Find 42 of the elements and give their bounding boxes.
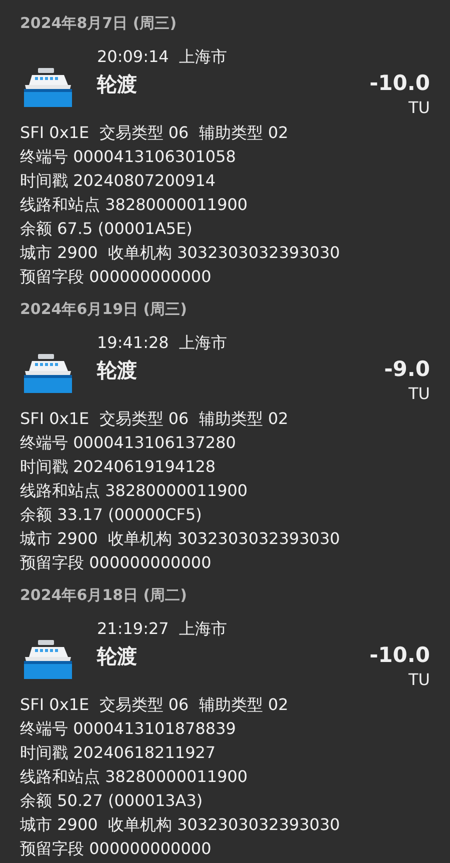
detail-line: 终端号 0000413101878839: [20, 718, 236, 740]
date-heading: 2024年8月7日 (周三): [20, 12, 177, 34]
detail-line: 线路和站点 38280000011900: [20, 766, 248, 788]
transaction-time: 19:41:28: [97, 332, 169, 354]
ship-icon: [24, 67, 72, 107]
detail-line: 时间戳 20240807200914: [20, 170, 216, 192]
ship-icon: [24, 353, 72, 393]
detail-line: SFI 0x1E 交易类型 06 辅助类型 02: [20, 408, 288, 430]
detail-line: 城市 2900 收单机构 3032303032393030: [20, 528, 340, 550]
detail-line: SFI 0x1E 交易类型 06 辅助类型 02: [20, 122, 288, 144]
date-heading: 2024年6月18日 (周二): [20, 584, 187, 606]
detail-line: 余额 50.27 (000013A3): [20, 790, 203, 812]
city-name: 上海市: [178, 618, 227, 640]
detail-line: 城市 2900 收单机构 3032303032393030: [20, 814, 340, 836]
detail-line: 线路和站点 38280000011900: [20, 480, 248, 502]
detail-line: 线路和站点 38280000011900: [20, 194, 248, 216]
detail-line: 预留字段 000000000000: [20, 552, 212, 574]
detail-line: 预留字段 000000000000: [20, 838, 212, 860]
transaction-title: 轮渡: [97, 643, 137, 670]
detail-line: 余额 67.5 (00001A5E): [20, 218, 192, 240]
currency-unit: TU: [408, 383, 430, 405]
transaction-title: 轮渡: [97, 357, 137, 384]
date-heading: 2024年6月19日 (周三): [20, 298, 187, 320]
detail-line: SFI 0x1E 交易类型 06 辅助类型 02: [20, 694, 288, 716]
detail-line: 终端号 0000413106301058: [20, 146, 236, 168]
city-name: 上海市: [178, 332, 227, 354]
detail-line: 城市 2900 收单机构 3032303032393030: [20, 242, 340, 264]
city-name: 上海市: [178, 46, 227, 68]
detail-line: 余额 33.17 (00000CF5): [20, 504, 202, 526]
currency-unit: TU: [408, 97, 430, 119]
transaction-time: 20:09:14: [97, 46, 169, 68]
currency-unit: TU: [408, 669, 430, 691]
transaction-time: 21:19:27: [97, 618, 169, 640]
amount: -9.0: [384, 357, 430, 381]
transaction-title: 轮渡: [97, 71, 137, 98]
detail-line: 时间戳 20240618211927: [20, 742, 216, 764]
detail-line: 预留字段 000000000000: [20, 266, 212, 288]
ship-icon: [24, 639, 72, 679]
amount: -10.0: [369, 71, 430, 95]
amount: -10.0: [369, 643, 430, 667]
detail-line: 时间戳 20240619194128: [20, 456, 216, 478]
detail-line: 终端号 0000413106137280: [20, 432, 236, 454]
